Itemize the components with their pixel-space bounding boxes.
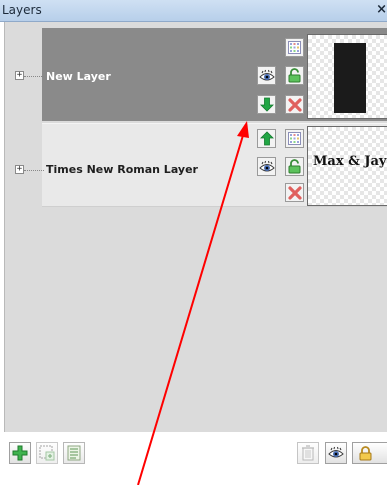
- layer-name: New Layer: [46, 70, 111, 83]
- tree-connector: [24, 170, 44, 171]
- arrow-down-icon[interactable]: [257, 95, 276, 114]
- add-layer-icon[interactable]: [9, 442, 31, 464]
- eye-icon[interactable]: [325, 442, 347, 464]
- layer-group-icon[interactable]: [63, 442, 85, 464]
- lock-icon[interactable]: [352, 442, 387, 464]
- grid-icon[interactable]: [285, 38, 304, 57]
- panel-title: Layers: [2, 3, 42, 17]
- layer-row-times-new-roman[interactable]: + Times New Roman Layer Max & Jay: [15, 123, 387, 207]
- arrow-up-icon[interactable]: [257, 129, 276, 148]
- thumbnail-text: Max & Jay: [313, 154, 387, 169]
- delete-x-icon[interactable]: [285, 183, 304, 202]
- tree-connector: [24, 76, 44, 77]
- trash-icon[interactable]: [297, 442, 319, 464]
- eye-icon[interactable]: [257, 157, 276, 176]
- layers-toolbar: [0, 432, 387, 485]
- grid-icon[interactable]: [285, 129, 304, 148]
- new-layer-icon[interactable]: [36, 442, 58, 464]
- expand-icon[interactable]: +: [15, 165, 24, 174]
- layer-thumbnail[interactable]: Max & Jay: [307, 126, 387, 206]
- lock-icon[interactable]: [285, 66, 304, 85]
- close-icon[interactable]: ×: [376, 2, 387, 17]
- thumbnail-shape: [334, 43, 366, 113]
- layer-name: Times New Roman Layer: [46, 163, 198, 176]
- delete-x-icon[interactable]: [285, 95, 304, 114]
- layer-thumbnail[interactable]: [307, 34, 387, 119]
- panel-title-bar: Layers ×: [0, 0, 387, 22]
- expand-icon[interactable]: +: [15, 71, 24, 80]
- layers-panel: + New Layer + Times New Roman Layer Max …: [4, 22, 387, 432]
- lock-icon[interactable]: [285, 157, 304, 176]
- layer-row-new-layer[interactable]: + New Layer: [15, 28, 387, 121]
- eye-icon[interactable]: [257, 66, 276, 85]
